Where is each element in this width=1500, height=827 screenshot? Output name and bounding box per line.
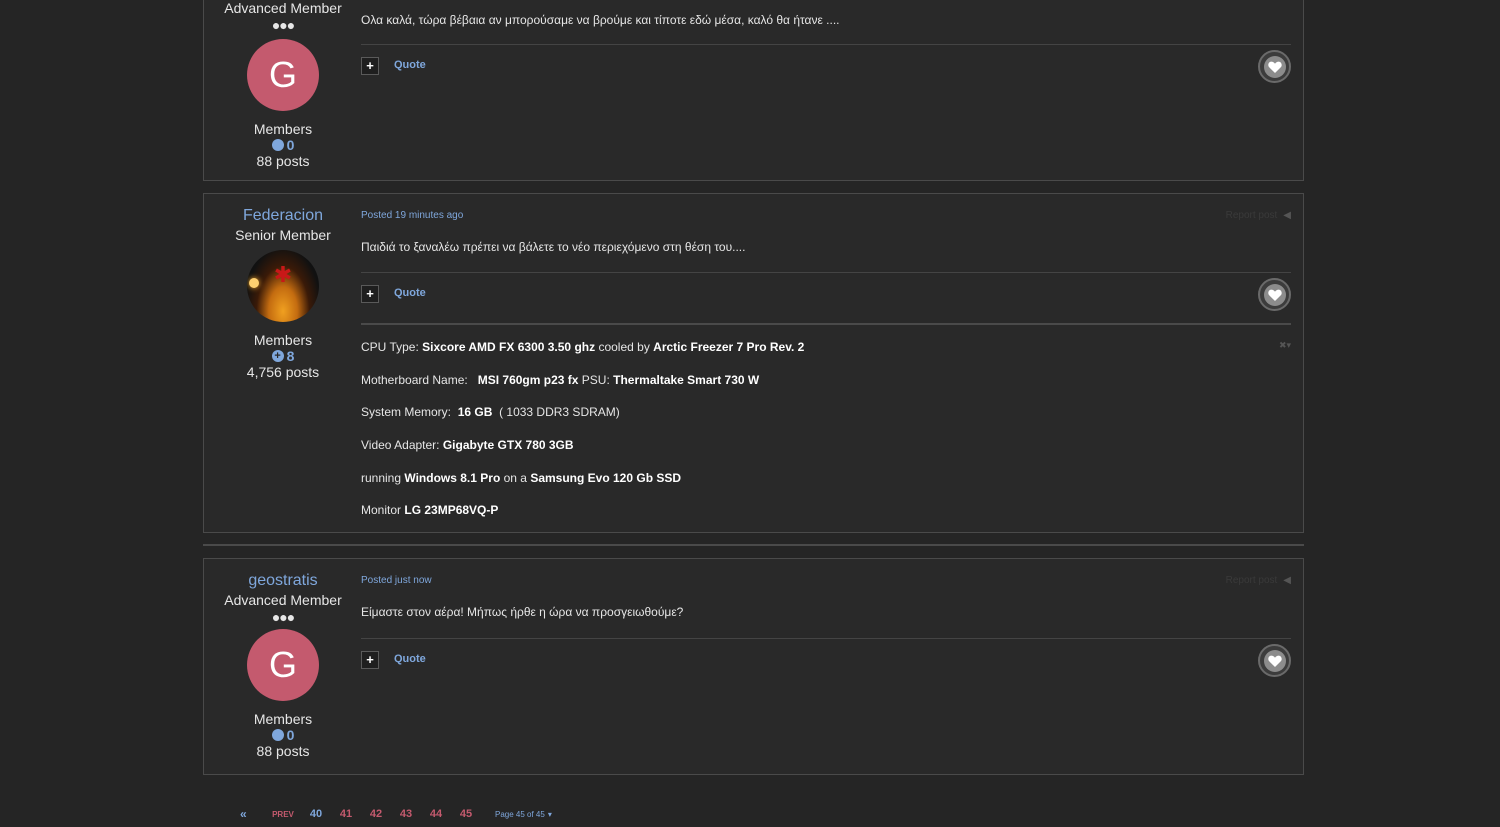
- post-count: 4,756 posts: [246, 364, 320, 380]
- page-link-42[interactable]: 42: [361, 808, 391, 820]
- quote-button[interactable]: Quote: [394, 287, 426, 299]
- like-button[interactable]: [1258, 644, 1291, 677]
- chevron-down-icon: ▾: [547, 809, 552, 819]
- post-2: Federacion Senior Member ✱ Members + 8 4…: [203, 193, 1304, 533]
- member-group: Members: [253, 332, 313, 348]
- avatar[interactable]: G: [247, 629, 319, 701]
- like-button[interactable]: [1258, 278, 1291, 311]
- signature-toggle-icon[interactable]: ✖▾: [1279, 340, 1291, 351]
- rank-dots-icon: ●●●: [271, 17, 295, 33]
- signature-line-motherboard: Motherboard Name: MSI 760gm p23 fx PSU: …: [361, 373, 760, 387]
- post-content: Posted 19 minutes ago Report post ◀ Παιδ…: [361, 194, 1291, 534]
- signature-line-video: Video Adapter: Gigabyte GTX 780 3GB: [361, 438, 574, 452]
- share-icon[interactable]: ◀: [1283, 210, 1291, 221]
- share-icon[interactable]: ◀: [1283, 575, 1291, 586]
- post-divider: [361, 44, 1291, 45]
- reputation[interactable]: 0: [204, 727, 362, 743]
- signature-line-os: running Windows 8.1 Pro on a Samsung Evo…: [361, 471, 682, 485]
- reputation-neutral-icon: [271, 729, 284, 741]
- member-group: Members: [253, 121, 313, 137]
- glow-icon: [249, 278, 259, 288]
- reputation-neutral-icon: [271, 139, 284, 151]
- star-icon: ✱: [273, 262, 293, 287]
- post-3: geostratis Advanced Member ●●● G Members…: [203, 558, 1304, 775]
- reputation-count: 0: [286, 727, 295, 743]
- post-1: Advanced Member ●●● G Members 0 88 posts…: [203, 0, 1304, 181]
- signature-divider: [361, 323, 1291, 325]
- page-link-45[interactable]: 45: [451, 808, 481, 820]
- post-author: Federacion Senior Member ✱ Members + 8 4…: [204, 194, 362, 380]
- page-jump-dropdown[interactable]: Page 45 of 45 ▾: [495, 810, 552, 819]
- post-tools: Report post ◀: [1226, 575, 1291, 586]
- heart-icon: [1263, 649, 1286, 672]
- post-author: geostratis Advanced Member ●●● G Members…: [204, 559, 362, 759]
- report-post-link[interactable]: Report post: [1226, 575, 1278, 586]
- reputation-count: 0: [286, 137, 295, 153]
- reputation[interactable]: + 8: [204, 348, 362, 364]
- post-content: Posted just now Report post ◀ Είμαστε στ…: [361, 559, 1291, 776]
- section-divider: [203, 544, 1304, 546]
- multiquote-button[interactable]: +: [361, 285, 379, 303]
- author-name-link[interactable]: geostratis: [204, 571, 362, 591]
- report-post-link[interactable]: Report post: [1226, 210, 1278, 221]
- page-link-41[interactable]: 41: [331, 808, 361, 820]
- posted-time[interactable]: Posted just now: [361, 575, 432, 586]
- author-name-link[interactable]: Federacion: [204, 206, 362, 226]
- quote-button[interactable]: Quote: [394, 653, 426, 665]
- like-button[interactable]: [1258, 50, 1291, 83]
- heart-icon: [1263, 283, 1286, 306]
- signature-line-monitor: Monitor LG 23MP68VQ-P: [361, 503, 499, 517]
- signature-line-memory: System Memory: 16 GB ( 1033 DDR3 SDRAM): [361, 405, 620, 419]
- post-count: 88 posts: [256, 743, 310, 759]
- post-text: Ολα καλά, τώρα βέβαια αν μπορούσαμε να β…: [361, 13, 840, 27]
- member-group: Members: [253, 711, 313, 727]
- author-title: Senior Member: [235, 227, 331, 243]
- post-actions: + Quote: [361, 644, 1291, 678]
- post-divider: [361, 638, 1291, 639]
- heart-icon: [1263, 55, 1286, 78]
- avatar-letter: G: [268, 54, 297, 95]
- post-actions: + Quote: [361, 50, 1291, 84]
- reputation-count: 8: [286, 348, 295, 364]
- rank-dots-icon: ●●●: [271, 609, 295, 625]
- post-text: Είμαστε στον αέρα! Μήπως ήρθε η ώρα να π…: [361, 605, 684, 619]
- post-tools: Report post ◀: [1226, 210, 1291, 221]
- pagination: « PREV 40 41 42 43 44 45 Page 45 of 45 ▾: [237, 806, 552, 822]
- author-title: Advanced Member: [224, 0, 342, 16]
- post-divider: [361, 272, 1291, 273]
- post-count: 88 posts: [256, 153, 310, 169]
- page-link-44[interactable]: 44: [421, 808, 451, 820]
- quote-button[interactable]: Quote: [394, 59, 426, 71]
- post-actions: + Quote: [361, 278, 1291, 312]
- page-link-43[interactable]: 43: [391, 808, 421, 820]
- avatar[interactable]: G: [247, 39, 319, 111]
- signature-line-cpu: CPU Type: Sixcore AMD FX 6300 3.50 ghz c…: [361, 340, 805, 354]
- reputation-positive-icon: +: [271, 350, 284, 362]
- page-link-40[interactable]: 40: [301, 808, 331, 820]
- first-page-button[interactable]: «: [237, 807, 265, 821]
- posted-time[interactable]: Posted 19 minutes ago: [361, 210, 463, 221]
- avatar-letter: G: [268, 644, 297, 685]
- post-author: Advanced Member ●●● G Members 0 88 posts: [204, 0, 362, 169]
- multiquote-button[interactable]: +: [361, 651, 379, 669]
- reputation[interactable]: 0: [204, 137, 362, 153]
- post-content: Ολα καλά, τώρα βέβαια αν μπορούσαμε να β…: [361, 0, 1291, 182]
- post-text: Παιδιά το ξαναλέω πρέπει να βάλετε το νέ…: [361, 240, 746, 254]
- author-title: Advanced Member: [224, 592, 342, 608]
- prev-page-button[interactable]: PREV: [265, 810, 301, 819]
- multiquote-button[interactable]: +: [361, 57, 379, 75]
- page-jump-label: Page 45 of 45: [495, 809, 545, 819]
- avatar[interactable]: ✱: [247, 250, 319, 322]
